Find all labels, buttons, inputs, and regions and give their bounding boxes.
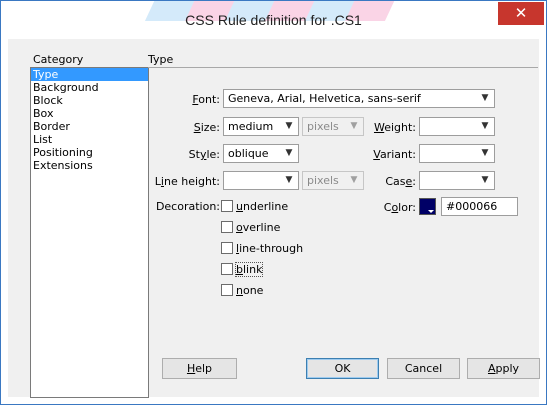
chevron-down-icon: ▼ [285, 148, 293, 158]
dialog-body: Category Type Background Block Box Borde… [8, 39, 540, 398]
weight-select[interactable]: ▼ [419, 117, 495, 136]
variant-label: Variant: [373, 148, 416, 161]
chevron-down-icon: ▼ [481, 121, 489, 131]
underline-label[interactable]: underline [236, 200, 288, 213]
line-through-checkbox[interactable] [221, 242, 233, 254]
title-bar[interactable]: CSS Rule definition for .CS1 ✕ [1, 1, 546, 39]
decoration-label: Decoration: [155, 200, 220, 213]
category-item-block[interactable]: Block [31, 94, 148, 107]
chevron-down-icon: ▼ [350, 175, 358, 185]
size-unit-select: pixels ▼ [302, 117, 364, 136]
underline-checkbox[interactable] [221, 200, 233, 212]
none-label[interactable]: none [236, 284, 263, 297]
category-item-background[interactable]: Background [31, 81, 148, 94]
category-heading: Category [33, 53, 84, 66]
case-label: Case: [385, 175, 416, 188]
dialog-window: CSS Rule definition for .CS1 ✕ Category … [0, 0, 547, 405]
apply-button[interactable]: Apply [467, 358, 540, 379]
line-height-select[interactable]: ▼ [223, 171, 299, 190]
blink-checkbox[interactable] [221, 263, 233, 275]
line-through-label[interactable]: line-through [236, 242, 303, 255]
panel-title: Type [148, 53, 174, 66]
overline-checkbox[interactable] [221, 221, 233, 233]
weight-label: Weight: [373, 121, 416, 134]
case-select[interactable]: ▼ [419, 171, 495, 190]
color-field[interactable]: #000066 [441, 197, 518, 216]
category-item-list[interactable]: List [31, 133, 148, 146]
size-select[interactable]: medium ▼ [223, 117, 299, 136]
none-checkbox[interactable] [221, 284, 233, 296]
category-item-border[interactable]: Border [31, 120, 148, 133]
line-height-label: Line height: [154, 175, 220, 188]
size-label: Size: [193, 121, 220, 134]
help-button[interactable]: Help [162, 358, 237, 379]
category-item-box[interactable]: Box [31, 107, 148, 120]
category-list[interactable]: Type Background Block Box Border List Po… [30, 67, 149, 398]
chevron-down-icon [428, 210, 434, 213]
category-item-type[interactable]: Type [31, 68, 148, 81]
chevron-down-icon: ▼ [285, 121, 293, 131]
chevron-down-icon: ▼ [481, 148, 489, 158]
font-select[interactable]: Geneva, Arial, Helvetica, sans-serif ▼ [223, 89, 495, 108]
category-item-positioning[interactable]: Positioning [31, 146, 148, 159]
font-label: Font: [192, 93, 220, 106]
ok-button[interactable]: OK [306, 358, 379, 379]
close-icon[interactable]: ✕ [498, 2, 544, 25]
overline-label[interactable]: overline [236, 221, 280, 234]
chevron-down-icon: ▼ [481, 93, 489, 103]
color-label: Color: [383, 201, 416, 214]
chevron-down-icon: ▼ [285, 175, 293, 185]
category-item-extensions[interactable]: Extensions [31, 159, 148, 172]
line-height-unit-select: pixels ▼ [302, 171, 364, 190]
panel-separator [148, 67, 538, 68]
style-select[interactable]: oblique ▼ [223, 144, 299, 163]
cancel-button[interactable]: Cancel [387, 358, 460, 379]
color-swatch[interactable] [419, 198, 436, 215]
chevron-down-icon: ▼ [350, 121, 358, 131]
blink-label[interactable]: blink [234, 262, 264, 277]
style-label: Style: [188, 148, 220, 161]
chevron-down-icon: ▼ [481, 175, 489, 185]
variant-select[interactable]: ▼ [419, 144, 495, 163]
dialog-title: CSS Rule definition for .CS1 [185, 12, 362, 28]
